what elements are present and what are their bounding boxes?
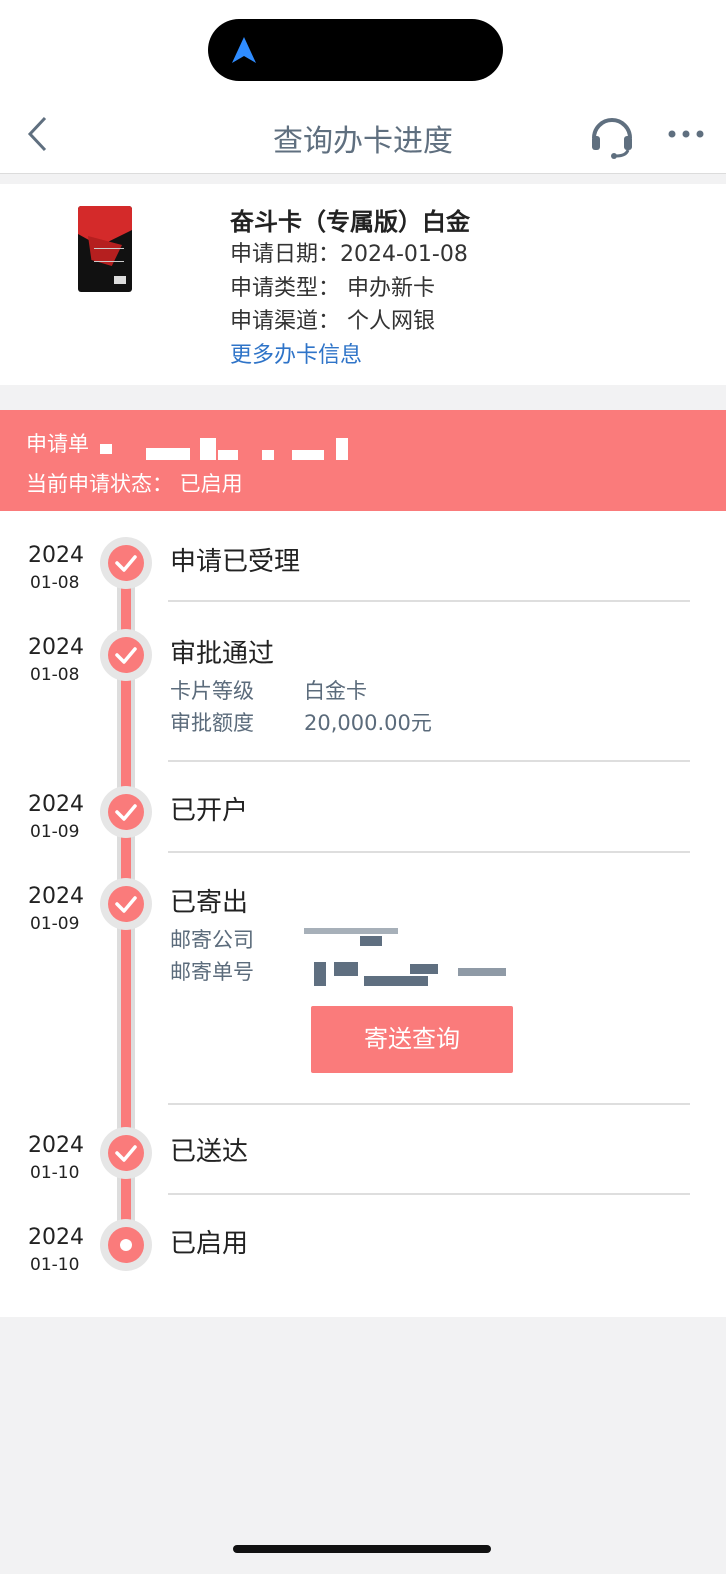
redaction-mask [146, 448, 190, 460]
step-date: 01-09 [30, 822, 80, 842]
check-icon [100, 786, 152, 838]
card-level-value: 白金卡 [304, 679, 367, 703]
step-year: 2024 [28, 884, 84, 909]
step-date: 01-09 [30, 914, 80, 934]
redacted-text [334, 962, 358, 976]
check-icon [100, 1127, 152, 1179]
more-card-info-link[interactable]: 更多办卡信息 [230, 337, 362, 369]
apply-date: 申请日期：2024-01-08 [230, 242, 468, 267]
redaction-mask [218, 450, 238, 460]
status-bar [0, 0, 726, 100]
card-level-label: 卡片等级 [170, 679, 254, 703]
card-info-section: 奋斗卡（专属版）白金 申请日期：2024-01-08 申请类型： 申办新卡 申请… [0, 184, 726, 385]
redacted-text [458, 968, 506, 976]
divider [168, 600, 690, 602]
step-title: 审批通过 [170, 639, 275, 669]
check-icon [100, 537, 152, 589]
divider [168, 851, 690, 853]
card-image [78, 206, 132, 292]
redaction-mask [292, 450, 324, 460]
status-banner: 申请单 当前申请状态： 已启用 [0, 410, 726, 511]
tracking-number-label: 邮寄单号 [170, 960, 254, 984]
step-year: 2024 [28, 1225, 84, 1250]
step-year: 2024 [28, 792, 84, 817]
step-date: 01-08 [30, 665, 80, 685]
current-status: 当前申请状态： 已启用 [26, 472, 243, 496]
divider [168, 1193, 690, 1195]
credit-limit-label: 审批额度 [170, 711, 254, 735]
application-number-label: 申请单 [26, 432, 89, 456]
redaction-mask [262, 450, 274, 460]
credit-limit-value: 20,000.00元 [304, 711, 432, 735]
step-title: 申请已受理 [170, 547, 301, 577]
more-dots-icon[interactable] [664, 112, 708, 156]
divider [168, 1103, 690, 1105]
step-year: 2024 [28, 635, 84, 660]
redaction-mask [100, 444, 112, 454]
redaction-mask [200, 438, 216, 460]
home-indicator[interactable] [233, 1545, 491, 1553]
card-name: 奋斗卡（专属版）白金 [230, 208, 470, 236]
progress-timeline: 2024 01-08 申请已受理 2024 01-08 审批通过 卡片等级 白金… [0, 511, 726, 1317]
check-icon [100, 629, 152, 681]
track-shipment-button[interactable]: 寄送查询 [311, 1006, 513, 1073]
redaction-mask [336, 438, 348, 460]
step-year: 2024 [28, 543, 84, 568]
headset-icon[interactable] [588, 112, 636, 160]
redacted-text [410, 964, 438, 974]
redacted-text [360, 936, 382, 946]
courier-company-label: 邮寄公司 [170, 928, 254, 952]
current-step-icon [100, 1219, 152, 1271]
step-title: 已开户 [170, 796, 249, 826]
dynamic-island [208, 19, 503, 81]
step-title: 已寄出 [170, 888, 249, 918]
redacted-text [364, 976, 428, 986]
apply-type: 申请类型： 申办新卡 [230, 276, 435, 301]
redacted-text [314, 962, 326, 986]
step-year: 2024 [28, 1133, 84, 1158]
step-title: 已送达 [170, 1137, 249, 1167]
apply-channel: 申请渠道： 个人网银 [230, 309, 435, 334]
step-date: 01-10 [30, 1255, 80, 1275]
divider [168, 760, 690, 762]
step-date: 01-08 [30, 573, 80, 593]
check-icon [100, 878, 152, 930]
step-date: 01-10 [30, 1163, 80, 1183]
location-arrow-icon [232, 37, 256, 63]
nav-bar: 查询办卡进度 [0, 100, 726, 174]
step-title: 已启用 [170, 1229, 249, 1259]
redacted-text [304, 928, 398, 934]
